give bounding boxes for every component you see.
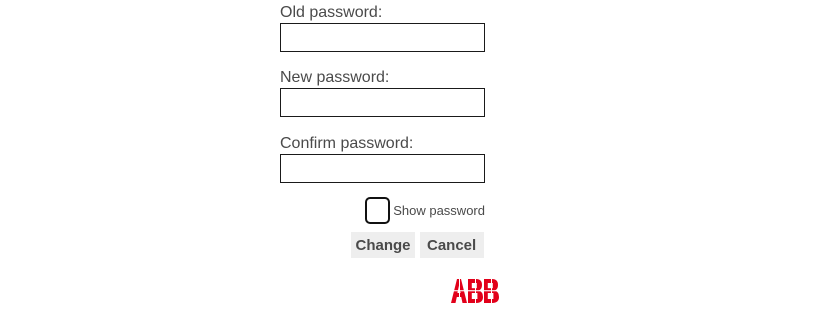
new-password-label: New password: (280, 69, 390, 86)
change-button[interactable]: Change (351, 232, 415, 258)
new-password-group: New password: (280, 69, 485, 117)
button-row: Change Cancel (351, 232, 484, 258)
old-password-label: Old password: (280, 4, 383, 21)
show-password-row: Show password (365, 197, 485, 224)
cancel-button[interactable]: Cancel (420, 232, 484, 258)
abb-logo (451, 279, 499, 308)
old-password-input[interactable] (280, 23, 485, 52)
old-password-group: Old password: (280, 4, 485, 52)
show-password-label: Show password (393, 203, 485, 218)
confirm-password-input[interactable] (280, 154, 485, 183)
change-password-page: Old password: New password: Confirm pass… (0, 0, 813, 321)
show-password-checkbox[interactable] (365, 197, 391, 224)
abb-logo-graphic (451, 279, 499, 303)
confirm-password-label: Confirm password: (280, 135, 414, 152)
confirm-password-group: Confirm password: (280, 135, 485, 183)
new-password-input[interactable] (280, 88, 485, 117)
